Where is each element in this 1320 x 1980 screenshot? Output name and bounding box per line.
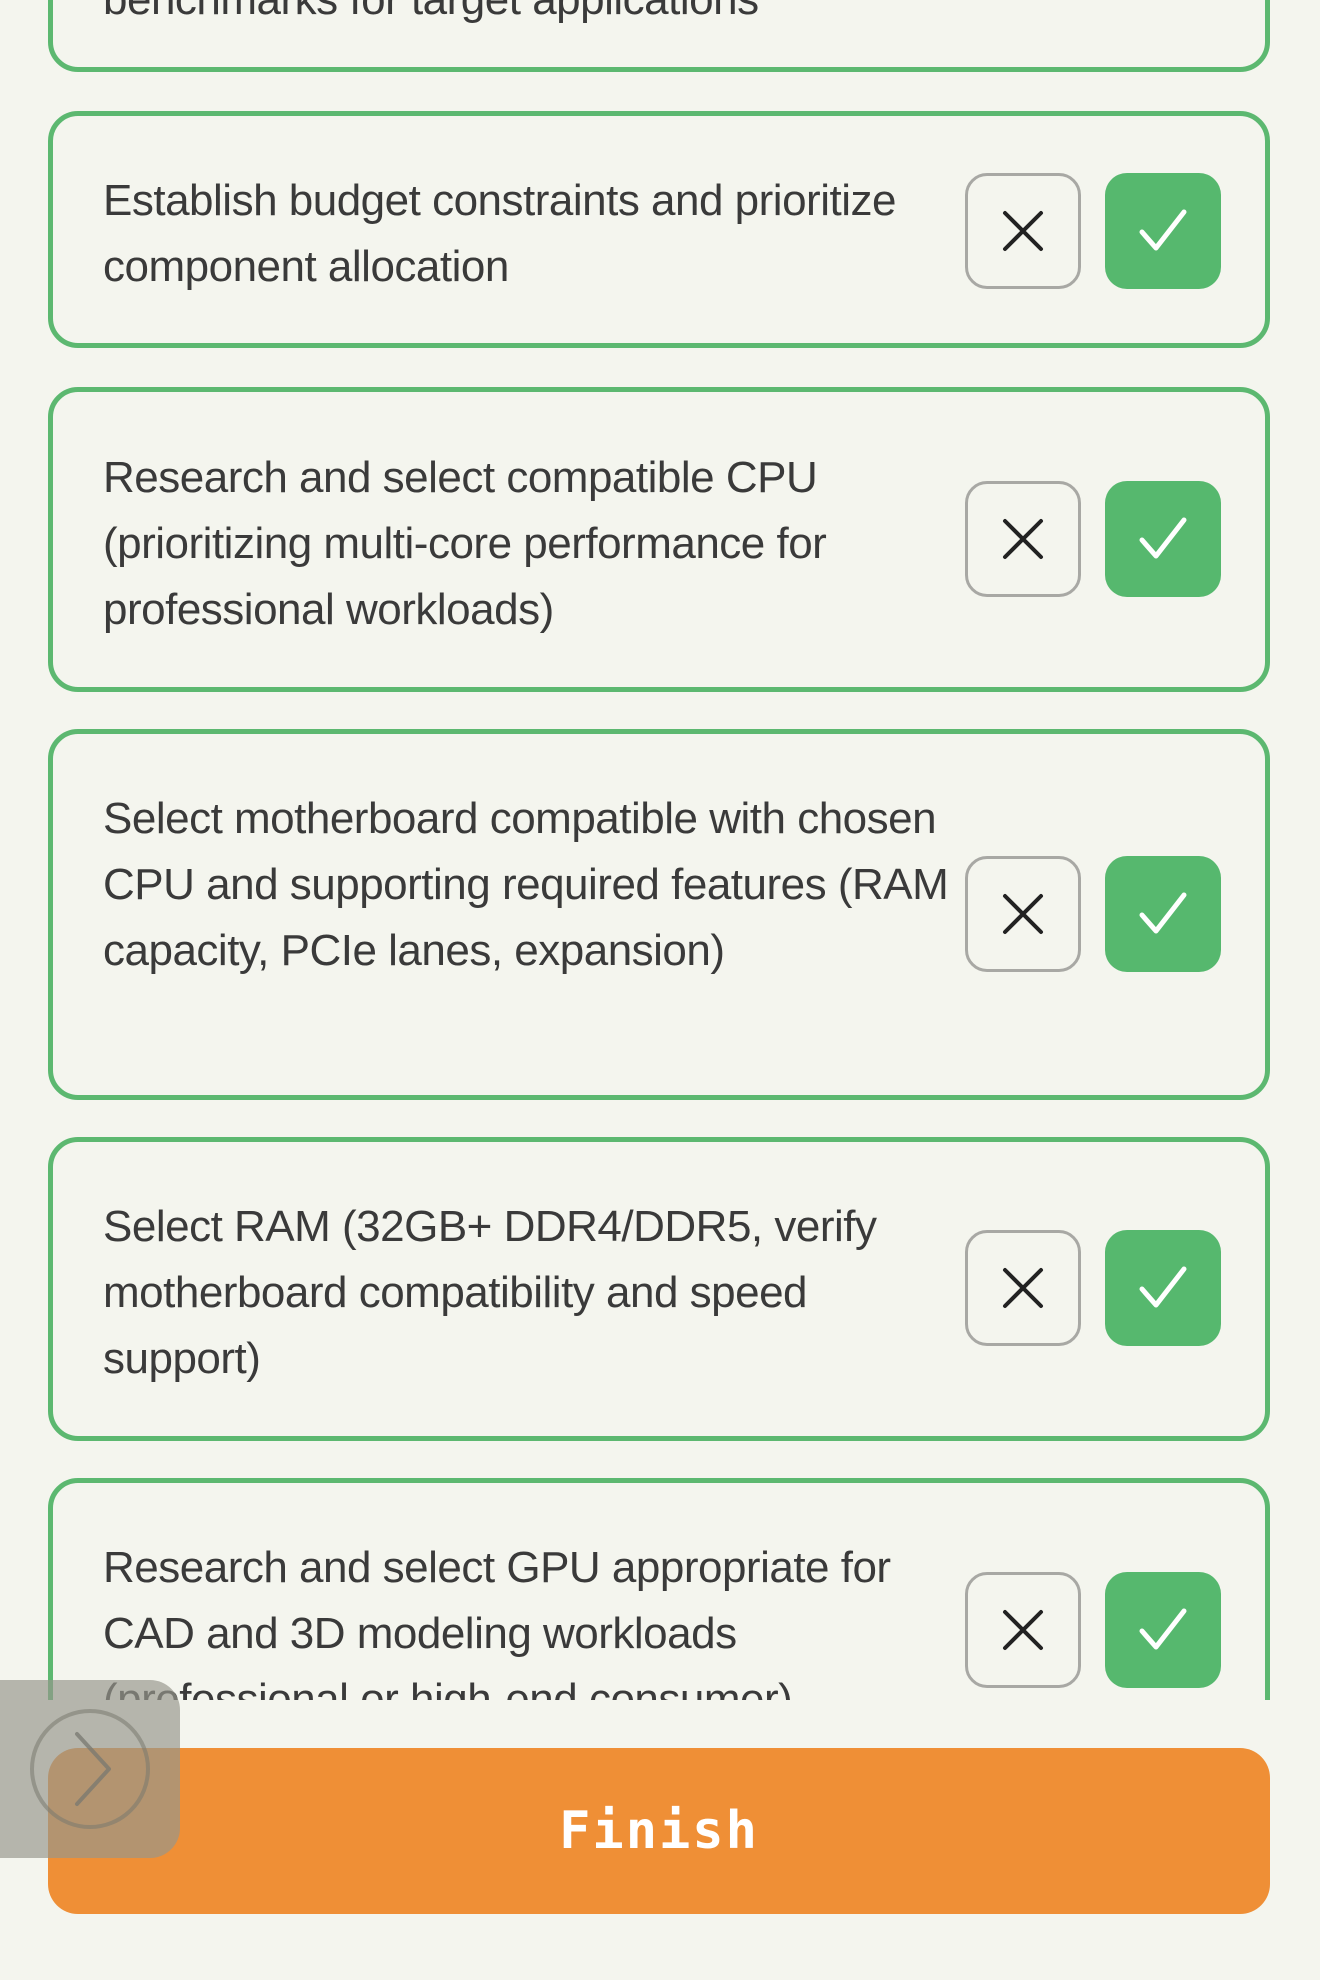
accept-button[interactable] (1105, 1572, 1221, 1688)
finish-button[interactable]: Finish (48, 1748, 1270, 1914)
bottom-bar: Finish (0, 1700, 1320, 1980)
task-text: Select motherboard compatible with chose… (103, 794, 949, 975)
close-icon (1003, 211, 1043, 251)
accept-button[interactable] (1105, 481, 1221, 597)
close-icon (1003, 519, 1043, 559)
check-icon (1139, 1608, 1187, 1650)
chevron-right-icon (30, 1709, 150, 1829)
task-card: Research and select compatible CPU (prio… (48, 387, 1270, 692)
task-card: Select motherboard compatible with chose… (48, 729, 1270, 1100)
task-text: Select RAM (32GB+ DDR4/DDR5, verify moth… (103, 1202, 877, 1383)
task-card: Select RAM (32GB+ DDR4/DDR5, verify moth… (48, 1137, 1270, 1441)
task-list: benchmarks for target applications Estab… (0, 0, 1320, 1700)
task-card: Establish budget constraints and priorit… (48, 111, 1270, 348)
close-icon (1003, 1268, 1043, 1308)
accept-button[interactable] (1105, 856, 1221, 972)
floating-handle[interactable] (0, 1680, 180, 1858)
reject-button[interactable] (965, 173, 1081, 289)
reject-button[interactable] (965, 481, 1081, 597)
task-text: Establish budget constraints and priorit… (103, 176, 896, 291)
task-text: benchmarks for target applications (103, 0, 963, 33)
accept-button[interactable] (1105, 1230, 1221, 1346)
reject-button[interactable] (965, 1230, 1081, 1346)
reject-button[interactable] (965, 1572, 1081, 1688)
close-icon (1003, 894, 1043, 934)
check-icon (1139, 517, 1187, 559)
check-icon (1139, 1266, 1187, 1308)
task-text: Research and select compatible CPU (prio… (103, 453, 827, 634)
task-card: benchmarks for target applications (48, 0, 1270, 72)
check-icon (1139, 892, 1187, 934)
task-text: Research and select GPU appropriate for … (103, 1543, 891, 1700)
close-icon (1003, 1610, 1043, 1650)
accept-button[interactable] (1105, 173, 1221, 289)
check-icon (1139, 209, 1187, 251)
task-card: Research and select GPU appropriate for … (48, 1478, 1270, 1700)
reject-button[interactable] (965, 856, 1081, 972)
